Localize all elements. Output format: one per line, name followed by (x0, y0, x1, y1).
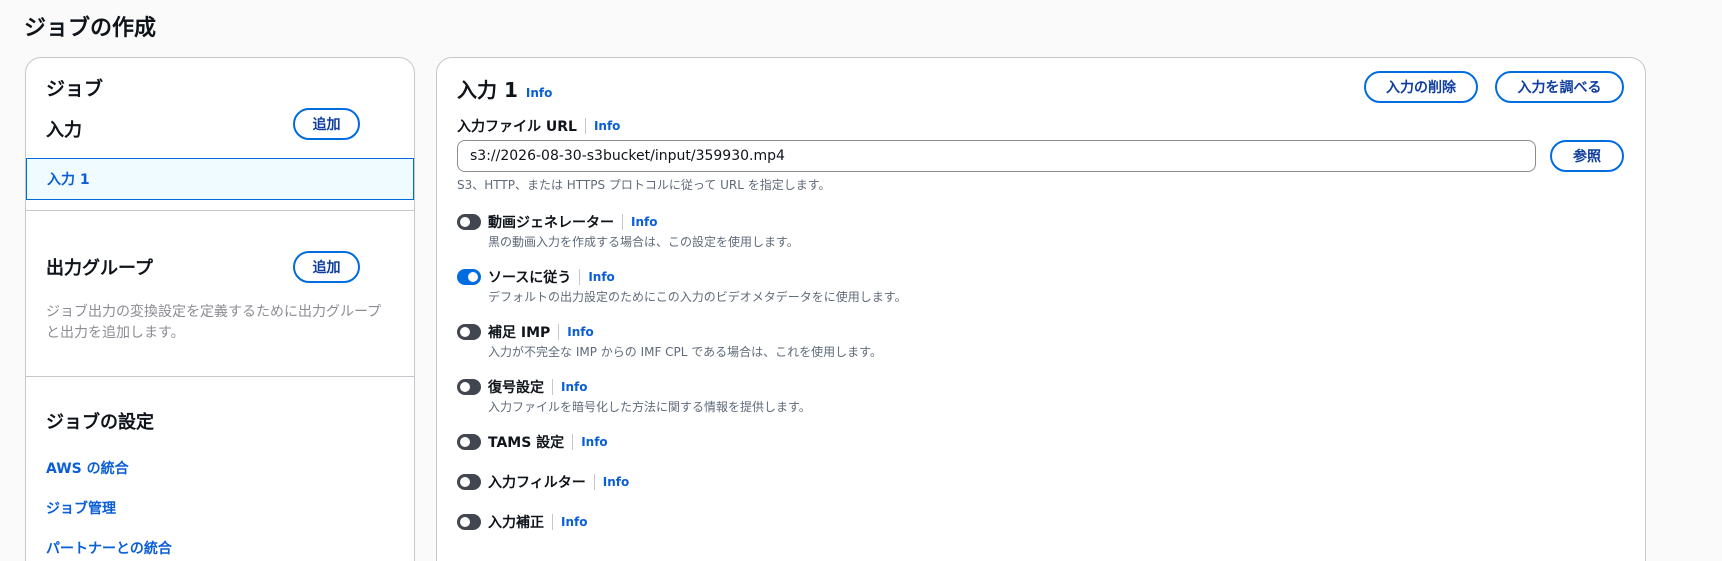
toggle-description: 入力ファイルを暗号化した方法に関する情報を提供します。 (488, 400, 811, 414)
nav-divider (26, 210, 414, 211)
input-file-url-label: 入力ファイル URL Info (457, 118, 621, 135)
separator (584, 118, 586, 134)
toggle-label: 入力フィルター (488, 475, 586, 491)
toggle-label: 補足 IMP (488, 325, 551, 341)
toggle-label: TAMS 設定 (488, 435, 565, 451)
input-correction-toggle[interactable] (457, 514, 481, 530)
toggle-label: 復号設定 (488, 380, 544, 396)
toggle-label: 入力補正 (488, 515, 544, 531)
info-link[interactable]: Info (561, 515, 587, 529)
toggle-description: 黒の動画入力を作成する場合は、この設定を使用します。 (488, 235, 799, 249)
separator (593, 474, 595, 490)
info-link[interactable]: Info (594, 119, 620, 133)
input-title: 入力 1 (457, 78, 518, 102)
add-output-group-button[interactable]: 追加 (293, 251, 360, 283)
job-nav-panel: ジョブ 入力 追加 入力 1 出力グループ 追加 ジョブ出力の変換設定を定義する… (25, 57, 415, 561)
nav-heading: ジョブ (46, 78, 104, 100)
toggle-description: 入力が不完全な IMP からの IMF CPL である場合は、これを使用します。 (488, 345, 882, 359)
input-file-url-field[interactable] (457, 140, 1536, 172)
input-section-title: 入力 (46, 120, 82, 141)
browse-button[interactable]: 参照 (1550, 140, 1624, 172)
info-link[interactable]: Info (631, 215, 657, 229)
separator (558, 324, 560, 340)
info-link[interactable]: Info (603, 475, 629, 489)
follow-source-toggle[interactable] (457, 269, 481, 285)
separator (622, 214, 623, 230)
add-input-button[interactable]: 追加 (293, 108, 360, 140)
nav-link-partner-integration[interactable]: パートナーとの統合 (46, 538, 172, 558)
info-link[interactable]: Info (561, 380, 587, 394)
tams-settings-toggle[interactable] (457, 434, 481, 450)
input-title-row: 入力 1 Info (457, 74, 552, 103)
separator (579, 269, 581, 285)
info-link[interactable]: Info (581, 435, 607, 449)
probe-input-button[interactable]: 入力を調べる (1495, 71, 1624, 103)
toggle-label: 動画ジェネレーター (488, 215, 614, 231)
page-title: ジョブの作成 (24, 16, 157, 41)
toggle-label: ソースに従う (488, 270, 572, 286)
nav-link-aws-integration[interactable]: AWS の統合 (46, 458, 129, 478)
output-group-section-title: 出力グループ (46, 258, 153, 279)
separator (572, 434, 574, 450)
input-filter-toggle[interactable] (457, 474, 481, 490)
decryption-settings-toggle[interactable] (457, 379, 481, 395)
info-link[interactable]: Info (567, 325, 593, 339)
input-url-hint: S3、HTTP、または HTTPS プロトコルに従って URL を指定します。 (457, 178, 831, 192)
nav-link-job-management[interactable]: ジョブ管理 (46, 498, 116, 518)
separator (552, 514, 553, 530)
separator (552, 379, 553, 395)
remove-input-button[interactable]: 入力の削除 (1364, 71, 1478, 103)
video-generator-toggle[interactable] (457, 214, 481, 230)
nav-item-input-1[interactable]: 入力 1 (26, 158, 414, 200)
toggle-description: デフォルトの出力設定のためにこの入力のビデオメタデータをに使用します。 (488, 290, 907, 304)
supplemental-imp-toggle[interactable] (457, 324, 481, 340)
info-link[interactable]: Info (526, 86, 552, 100)
input-settings-panel: 入力 1 Info 入力の削除 入力を調べる 入力ファイル URL Info 参… (436, 57, 1646, 561)
job-settings-section-title: ジョブの設定 (46, 412, 154, 433)
nav-divider (26, 376, 414, 377)
output-group-description: ジョブ出力の変換設定を定義するために出力グループと出力を追加します。 (46, 304, 382, 341)
info-link[interactable]: Info (588, 270, 614, 284)
